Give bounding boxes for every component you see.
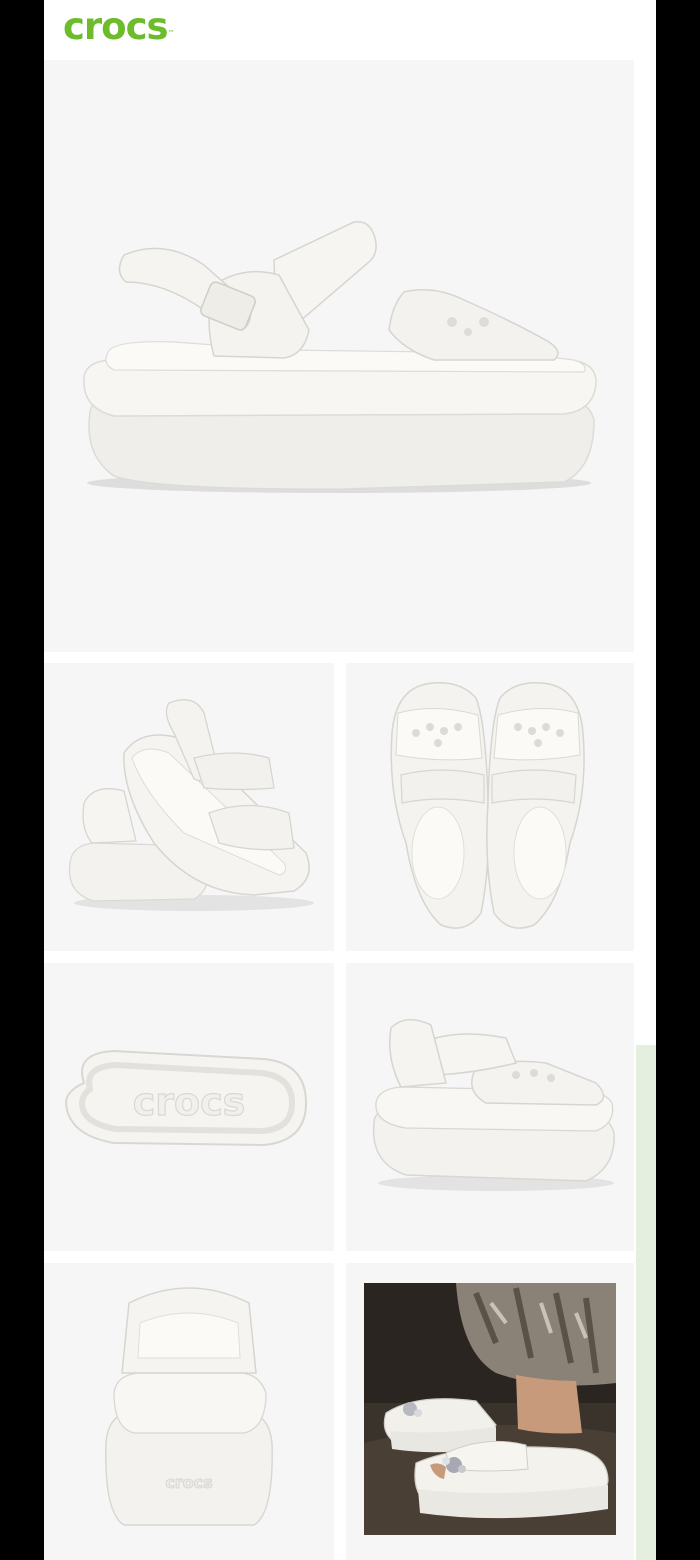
gallery-image-lifestyle-photo[interactable]: [346, 1263, 634, 1560]
sandal-front-angle-illustration: [372, 1019, 615, 1191]
logo-text: crocs: [63, 5, 169, 48]
heel-lettering: crocs: [165, 1473, 212, 1492]
gallery-image-outsole-view[interactable]: crocs: [44, 963, 334, 1251]
sandal-back-view-illustration: crocs: [105, 1287, 273, 1526]
gallery-image-back-view[interactable]: crocs: [44, 1263, 334, 1560]
trademark-mark: ™: [167, 29, 175, 37]
sandal-outsole-illustration: crocs: [64, 1049, 308, 1147]
lifestyle-photo-illustration: [364, 1283, 616, 1535]
product-gallery-page: crocs™ crocs crocs: [44, 0, 656, 1560]
side-accent-strip: [636, 1045, 656, 1560]
sandal-side-illustration: [83, 221, 597, 493]
gallery-image-front-angle-view[interactable]: [346, 963, 634, 1251]
sandal-top-view-illustration: [390, 682, 585, 929]
gallery-image-top-view[interactable]: [346, 663, 634, 951]
gallery-image-side-view[interactable]: [44, 60, 634, 652]
crocs-logo[interactable]: crocs™: [63, 4, 175, 50]
outsole-lettering: crocs: [133, 1080, 246, 1124]
header: crocs™: [44, 0, 656, 58]
gallery-image-pair-angled-view[interactable]: [44, 663, 334, 951]
sandal-pair-angled-illustration: [68, 699, 314, 911]
